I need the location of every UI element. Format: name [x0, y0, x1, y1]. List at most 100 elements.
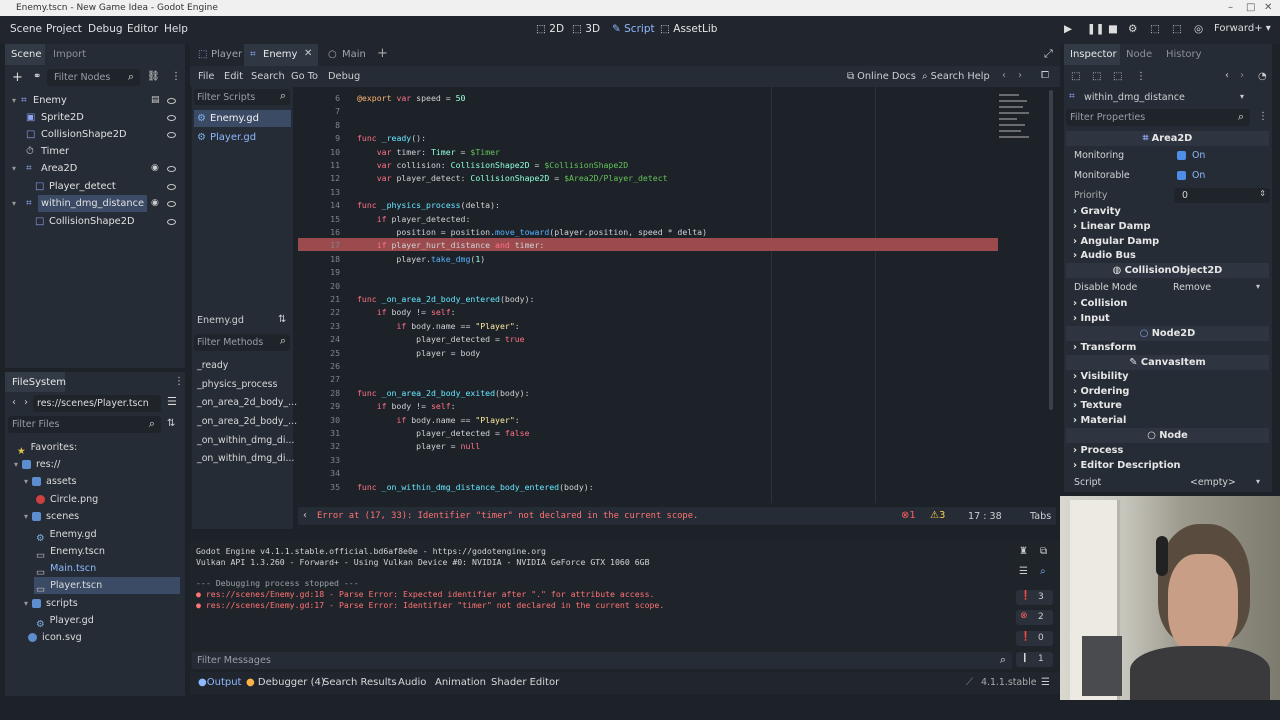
object-history-icon[interactable]: ◔ — [1258, 71, 1267, 82]
fs-circle-png[interactable]: Circle.png — [36, 491, 98, 508]
dock-menu-icon[interactable]: ⋮ — [174, 376, 184, 387]
error-count[interactable]: ⊗1 — [901, 510, 916, 521]
filter-lines-icon[interactable]: ☰ — [1019, 566, 1028, 577]
tab-debugger[interactable]: ● Debugger (4) — [246, 677, 325, 688]
tree-node-enemy[interactable]: ▾ ⌗ Enemy ▤ — [8, 92, 182, 109]
next-script-icon[interactable]: › — [1018, 70, 1022, 81]
disable-mode-select[interactable]: Remove — [1173, 282, 1211, 293]
signal-icon[interactable]: ◉ — [151, 195, 159, 212]
history-forward-icon[interactable]: › — [1240, 70, 1244, 81]
close-icon[interactable]: ✕ — [1264, 0, 1272, 16]
method-item[interactable]: _ready — [197, 360, 228, 371]
tree-node-area2d[interactable]: ▾ ⌗ Area2D ◉ — [8, 160, 182, 177]
section-material[interactable]: › Material — [1073, 415, 1126, 426]
code-line[interactable]: func _on_within_dmg_distance_body_entere… — [357, 482, 594, 492]
output-search-icon[interactable]: ⌕ — [1040, 566, 1046, 577]
editor-tab-player[interactable]: ⬚ Player — [192, 44, 242, 66]
fs-assets[interactable]: ▾ assets — [24, 473, 77, 490]
code-line[interactable]: player_detected = false — [357, 428, 529, 438]
filter-messages-button[interactable]: ❗ 3 — [1016, 590, 1053, 605]
section-gravity[interactable]: › Gravity — [1073, 206, 1121, 217]
visibility-icon[interactable] — [167, 98, 176, 104]
editor-scrollbar[interactable] — [1049, 90, 1053, 410]
section-angular-damp[interactable]: › Angular Damp — [1073, 236, 1159, 247]
scene-menu-icon[interactable]: ⋮ — [171, 71, 181, 82]
warning-count[interactable]: ⚠3 — [930, 510, 945, 521]
tree-node-collisionshape2d[interactable]: □ CollisionShape2D — [8, 126, 182, 143]
priority-spinbox[interactable]: 0 ⇕ — [1174, 188, 1270, 203]
code-line[interactable]: if body != self: — [357, 401, 456, 411]
menu-project[interactable]: Project — [46, 23, 82, 35]
tree-node-within-dmg-distance[interactable]: ▾ ⌗ within_dmg_distance ◉ — [8, 195, 182, 212]
code-line[interactable]: position = position.move_toward(player.p… — [357, 227, 707, 237]
script-menu-file[interactable]: File — [198, 71, 214, 82]
play-custom-icon[interactable]: ⬚ — [1172, 23, 1182, 35]
section-linear-damp[interactable]: › Linear Damp — [1073, 221, 1151, 232]
link-icon[interactable]: ⚭ — [33, 71, 41, 82]
play-scene-icon[interactable]: ⬚ — [1150, 23, 1160, 35]
code-line[interactable]: player = null — [357, 441, 480, 451]
tab-3d[interactable]: ⬚ 3D — [572, 23, 600, 35]
filesystem-path-input[interactable]: res://scenes/Player.tscn — [33, 395, 161, 412]
code-line[interactable]: var collision: CollisionShape2D = $Colli… — [357, 160, 628, 170]
object-selector[interactable]: ⌗ within_dmg_distance ▾ — [1066, 89, 1250, 106]
script-value-picker[interactable]: <empty> — [1190, 477, 1236, 488]
script-menu-debug[interactable]: Debug — [328, 71, 360, 82]
copy-icon[interactable]: ⧉ — [1040, 546, 1047, 557]
close-tab-icon[interactable]: ✕ — [304, 48, 312, 59]
menu-scene[interactable]: Scene — [10, 23, 42, 35]
tab-filesystem[interactable]: FileSystem — [5, 372, 66, 392]
search-help-button[interactable]: ⌕ Search Help — [922, 71, 990, 82]
fs-scripts[interactable]: ▾ scripts — [24, 595, 78, 612]
method-item[interactable]: _on_area_2d_body_... — [197, 416, 297, 427]
tree-node-collisionshape2d-child[interactable]: □ CollisionShape2D — [8, 213, 182, 230]
code-line[interactable]: if body.name == "Player": — [357, 415, 519, 425]
section-editor-description[interactable]: › Editor Description — [1073, 460, 1181, 471]
editor-tab-enemy[interactable]: ⌗ Enemy ✕ — [244, 44, 318, 66]
resource-menu-icon[interactable]: ⋮ — [1136, 71, 1146, 82]
filter-properties-input[interactable]: Filter Properties ⌕ — [1066, 109, 1250, 126]
tab-script[interactable]: ✎ Script — [612, 23, 655, 35]
section-ordering[interactable]: › Ordering — [1073, 386, 1129, 397]
distraction-free-icon[interactable]: ⤢ — [1044, 47, 1053, 61]
code-line[interactable]: if body.name == "Player": — [357, 321, 519, 331]
filter-warnings-button[interactable]: ❗ 0 — [1016, 631, 1053, 646]
expand-panel-icon[interactable]: ☰ — [1041, 677, 1050, 688]
script-menu-goto[interactable]: Go To — [291, 71, 318, 82]
forward-arrow-icon[interactable]: › — [24, 397, 28, 408]
editor-tab-main[interactable]: ○ Main — [322, 44, 372, 66]
renderer-select[interactable]: Forward+ ▾ — [1214, 23, 1271, 34]
indent-mode[interactable]: Tabs — [1030, 511, 1051, 522]
back-arrow-icon[interactable]: ‹ — [12, 397, 16, 408]
stop-icon[interactable]: ■ — [1108, 23, 1118, 35]
toggle-scripts-panel-icon[interactable]: ‹ — [303, 510, 307, 521]
tab-animation[interactable]: Animation — [435, 677, 486, 688]
split-view-icon[interactable]: ☰ — [167, 395, 177, 408]
code-line[interactable]: player_detected = true — [357, 334, 524, 344]
menu-help[interactable]: Help — [164, 23, 188, 35]
method-item[interactable]: _on_within_dmg_di... — [197, 453, 294, 464]
section-visibility[interactable]: › Visibility — [1073, 371, 1129, 382]
maximize-icon[interactable]: □ — [1246, 0, 1255, 16]
visibility-icon[interactable] — [167, 184, 176, 190]
visibility-icon[interactable] — [167, 201, 176, 207]
sort-icon[interactable]: ⇅ — [167, 418, 175, 429]
add-tab-icon[interactable]: + — [377, 46, 388, 61]
monitorable-checkbox[interactable]: On — [1177, 170, 1205, 181]
script-menu-edit[interactable]: Edit — [224, 71, 243, 82]
tree-node-player-detect[interactable]: □ Player_detect — [8, 178, 182, 195]
fs-favorites[interactable]: ★ Favorites: — [17, 439, 77, 457]
tab-assetlib[interactable]: ⬚ AssetLib — [660, 23, 717, 35]
code-line[interactable]: func _on_area_2d_body_exited(body): — [357, 388, 530, 398]
method-item[interactable]: _on_area_2d_body_... — [197, 397, 297, 408]
add-node-icon[interactable]: + — [12, 70, 23, 85]
script-item-player[interactable]: ⚙ Player.gd — [194, 129, 291, 146]
online-docs-button[interactable]: ⧉ Online Docs — [847, 71, 916, 82]
visibility-icon[interactable] — [167, 166, 176, 172]
fs-icon-svg[interactable]: icon.svg — [28, 629, 82, 646]
tab-audio[interactable]: Audio — [398, 677, 426, 688]
filter-methods-input[interactable]: Filter Methods ⌕ — [194, 334, 290, 351]
section-audio-bus[interactable]: › Audio Bus — [1073, 250, 1136, 261]
code-line[interactable]: player.take_dmg(1) — [357, 254, 485, 264]
fs-main-tscn[interactable]: ▭ Main.tscn — [36, 560, 96, 578]
